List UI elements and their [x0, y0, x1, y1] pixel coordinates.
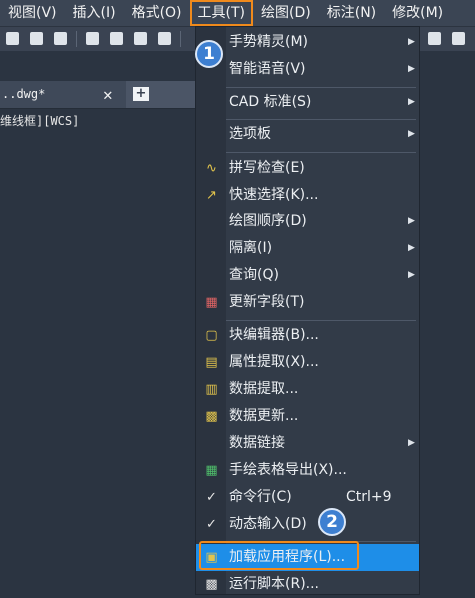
document-tab-bar: ..dwg* ✕ + — [0, 81, 195, 109]
menu-item-label: 隔离(I) — [229, 240, 273, 256]
menu-item-update-fields[interactable]: ▦ 更新字段(T) — [196, 289, 419, 316]
sheet-icon[interactable] — [428, 32, 441, 45]
run-script-icon: ▩ — [205, 577, 218, 592]
table-export-icon: ▦ — [205, 463, 218, 478]
submenu-arrow-icon: ▶ — [408, 129, 415, 139]
menu-item-label: 手绘表格导出(X)... — [229, 462, 347, 478]
paste-icon[interactable] — [134, 32, 147, 45]
submenu-arrow-icon: ▶ — [408, 97, 415, 107]
menu-item-label: 属性提取(X)... — [229, 354, 319, 370]
menu-item-draw-order[interactable]: 绘图顺序(D) ▶ — [196, 208, 419, 235]
menu-item-run-script[interactable]: ▩ 运行脚本(R)... — [196, 571, 419, 598]
menu-item-data-extraction[interactable]: ▥ 数据提取... — [196, 376, 419, 403]
menu-item-hand-table-export[interactable]: ▦ 手绘表格导出(X)... — [196, 457, 419, 484]
quick-select-icon: ↗ — [206, 188, 217, 203]
menu-insert[interactable]: 插入(I) — [65, 0, 124, 26]
menu-item-label: 数据更新... — [229, 408, 299, 424]
print-icon[interactable] — [54, 32, 67, 45]
menu-modify[interactable]: 修改(M) — [384, 0, 451, 26]
menu-item-label: 绘图顺序(D) — [229, 213, 307, 229]
menu-dimension[interactable]: 标注(N) — [319, 0, 384, 26]
copy-icon[interactable] — [110, 32, 123, 45]
block-editor-icon: ▢ — [205, 328, 218, 343]
step-badge-2: 2 — [318, 508, 346, 536]
menu-item-label: 动态输入(D) — [229, 516, 307, 532]
menu-bar: 视图(V) 插入(I) 格式(O) 工具(T) 绘图(D) 标注(N) 修改(M… — [0, 0, 475, 26]
menu-item-inquiry[interactable]: 查询(Q) ▶ — [196, 262, 419, 289]
menu-item-label: 查询(Q) — [229, 267, 279, 283]
toolbar-divider — [76, 31, 77, 47]
check-icon: ✓ — [206, 517, 217, 532]
update-fields-icon: ▦ — [205, 295, 218, 310]
submenu-arrow-icon: ▶ — [408, 243, 415, 253]
menu-item-label: 数据链接 — [229, 435, 285, 451]
menu-item-data-links[interactable]: 数据链接 ▶ — [196, 430, 419, 457]
menu-item-label: 更新字段(T) — [229, 294, 305, 310]
menu-separator — [226, 119, 416, 120]
menu-separator — [226, 320, 416, 321]
submenu-arrow-icon: ▶ — [408, 270, 415, 280]
menu-item-smart-voice[interactable]: 智能语音(V) ▶ — [196, 56, 419, 83]
menu-item-dynamic-input[interactable]: ✓ 动态输入(D) — [196, 511, 419, 538]
viewport-label[interactable]: 维线框][WCS] — [0, 112, 79, 129]
menu-view[interactable]: 视图(V) — [0, 0, 65, 26]
cut-icon[interactable] — [86, 32, 99, 45]
menu-item-spell-check[interactable]: ∿ 拼写检查(E) — [196, 155, 419, 182]
menu-item-label: 命令行(C) — [229, 489, 292, 505]
menu-separator — [226, 87, 416, 88]
tools-dropdown-menu: 手势精灵(M) ▶ 智能语音(V) ▶ CAD 标准(S) ▶ 选项板 ▶ ∿ … — [195, 26, 420, 595]
submenu-arrow-icon: ▶ — [408, 64, 415, 74]
menu-item-label: 运行脚本(R)... — [229, 576, 320, 592]
menu-item-gesture-wizard[interactable]: 手势精灵(M) ▶ — [196, 29, 419, 56]
menu-item-label: 数据提取... — [229, 381, 299, 397]
menu-item-label: 拼写检查(E) — [229, 160, 305, 176]
zoom-extents-icon[interactable] — [30, 32, 43, 45]
toolbar-divider — [180, 31, 181, 47]
menu-item-shortcut: Ctrl+9 — [346, 489, 392, 505]
menu-item-quick-select[interactable]: ↗ 快速选择(K)... — [196, 182, 419, 209]
menu-item-label: 快速选择(K)... — [229, 187, 319, 203]
document-tab-title: ..dwg* — [2, 87, 46, 101]
menu-item-block-editor[interactable]: ▢ 块编辑器(B)... — [196, 322, 419, 349]
data-update-icon: ▩ — [205, 409, 218, 424]
callout-highlight-box — [199, 541, 359, 570]
step-badge-1: 1 — [195, 40, 223, 68]
spell-check-icon: ∿ — [206, 161, 217, 176]
menu-separator — [226, 152, 416, 153]
close-icon[interactable]: ✕ — [103, 81, 113, 108]
menu-item-label: 智能语音(V) — [229, 61, 306, 77]
save-icon[interactable] — [6, 32, 19, 45]
menu-item-attribute-extract[interactable]: ▤ 属性提取(X)... — [196, 349, 419, 376]
submenu-arrow-icon: ▶ — [408, 438, 415, 448]
new-tab-icon[interactable]: + — [133, 87, 149, 101]
menu-item-isolate[interactable]: 隔离(I) ▶ — [196, 235, 419, 262]
submenu-arrow-icon: ▶ — [408, 216, 415, 226]
match-properties-icon[interactable] — [158, 32, 171, 45]
document-tab[interactable]: ..dwg* ✕ — [0, 81, 126, 108]
menu-tools[interactable]: 工具(T) — [189, 0, 254, 26]
menu-item-cad-standards[interactable]: CAD 标准(S) ▶ — [196, 89, 419, 116]
menu-item-label: CAD 标准(S) — [229, 94, 312, 110]
data-extraction-icon: ▥ — [205, 382, 218, 397]
menu-item-data-update[interactable]: ▩ 数据更新... — [196, 403, 419, 430]
attribute-extract-icon: ▤ — [205, 355, 218, 370]
menu-item-label: 手势精灵(M) — [229, 34, 309, 50]
menu-item-command-line[interactable]: ✓ 命令行(C) Ctrl+9 — [196, 484, 419, 511]
menu-draw[interactable]: 绘图(D) — [253, 0, 319, 26]
menu-item-palettes[interactable]: 选项板 ▶ — [196, 121, 419, 148]
menu-item-label: 选项板 — [229, 126, 271, 142]
menu-format[interactable]: 格式(O) — [124, 0, 190, 26]
layout-icon[interactable] — [452, 32, 465, 45]
check-icon: ✓ — [206, 490, 217, 505]
menu-item-label: 块编辑器(B)... — [229, 327, 319, 343]
submenu-arrow-icon: ▶ — [408, 37, 415, 47]
